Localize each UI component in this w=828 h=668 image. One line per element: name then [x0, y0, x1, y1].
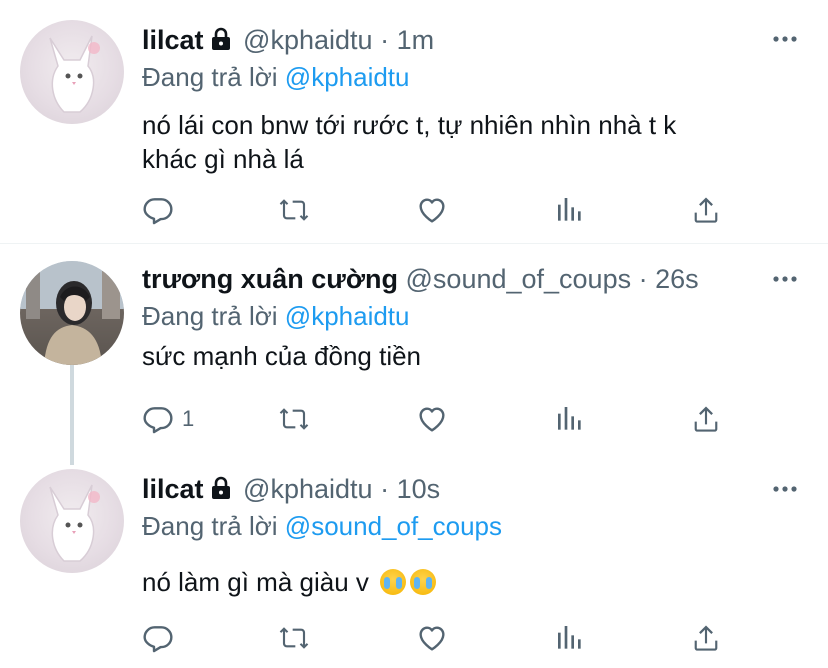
retweet-icon — [279, 627, 309, 649]
more-icon[interactable] — [772, 266, 798, 292]
replying-to: Đang trả lời @kphaidtu — [142, 60, 808, 94]
share-button[interactable] — [690, 402, 722, 436]
share-icon — [694, 197, 718, 223]
reply-button[interactable] — [142, 621, 182, 655]
timestamp[interactable]: 10s — [397, 474, 441, 504]
views-button[interactable] — [554, 193, 586, 227]
like-button[interactable] — [416, 193, 448, 227]
share-button[interactable] — [690, 621, 722, 655]
tweet-text: sức mạnh của đồng tiền — [142, 339, 808, 373]
display-name[interactable]: trương xuân cường — [142, 264, 398, 294]
timestamp[interactable]: 26s — [655, 264, 699, 294]
separator-dot: · — [380, 474, 390, 504]
reply-count: 1 — [182, 406, 195, 431]
cat-avatar-image — [49, 35, 100, 113]
tweet-text: nó làm gì mà giàu v — [142, 565, 808, 599]
lock-icon — [210, 471, 232, 511]
tweet-text-line: sức mạnh của đồng tiền — [142, 341, 422, 371]
like-button[interactable] — [416, 621, 448, 655]
tweet[interactable]: lilcat @kphaidtu · 1m Đang trả lời @kpha… — [0, 0, 828, 243]
crying-face-emoji — [410, 569, 437, 595]
views-button[interactable] — [554, 621, 586, 655]
replying-to: Đang trả lời @sound_of_coups — [142, 509, 808, 543]
share-icon — [694, 406, 718, 432]
tweet-text-line: nó lái con bnw tới rước t, tự nhiên nhìn… — [142, 110, 677, 140]
views-button[interactable] — [554, 402, 586, 436]
display-name[interactable]: lilcat — [142, 25, 204, 55]
mention-link[interactable]: @kphaidtu — [285, 301, 410, 331]
reply-button[interactable] — [142, 193, 182, 227]
display-name[interactable]: lilcat — [142, 474, 204, 504]
more-icon[interactable] — [772, 26, 798, 52]
lock-icon — [210, 22, 232, 62]
share-icon — [694, 625, 718, 651]
more-icon[interactable] — [772, 476, 798, 502]
tweet-actions: 1 — [142, 402, 828, 436]
analytics-icon — [558, 626, 581, 649]
tweet-actions — [142, 621, 828, 655]
reply-button[interactable]: 1 — [142, 402, 194, 436]
user-handle[interactable]: @kphaidtu — [243, 25, 373, 55]
like-button[interactable] — [416, 402, 448, 436]
tweet-text-line: nó làm gì mà giàu v — [142, 567, 369, 597]
reply-icon — [143, 198, 173, 225]
replying-to: Đang trả lời @kphaidtu — [142, 299, 808, 333]
user-handle[interactable]: @sound_of_coups — [406, 264, 632, 294]
heart-icon — [419, 407, 445, 432]
replying-label: Đang trả lời — [142, 301, 278, 331]
tweet-text: nó lái con bnw tới rước t, tự nhiên nhìn… — [142, 108, 808, 176]
reply-icon — [143, 626, 173, 653]
tweet[interactable]: lilcat @kphaidtu · 10s Đang trả lời @sou… — [0, 454, 828, 668]
reply-icon — [143, 407, 173, 434]
user-handle[interactable]: @kphaidtu — [243, 474, 373, 504]
avatar[interactable] — [20, 20, 124, 124]
cat-avatar-image — [49, 484, 100, 562]
replying-label: Đang trả lời — [142, 62, 278, 92]
retweet-button[interactable] — [278, 402, 310, 436]
mention-link[interactable]: @kphaidtu — [285, 62, 410, 92]
mention-link[interactable]: @sound_of_coups — [285, 511, 502, 541]
separator-dot: · — [638, 264, 648, 294]
replying-label: Đang trả lời — [142, 511, 278, 541]
tweet-header: trương xuân cường @sound_of_coups · 26s — [142, 259, 808, 299]
retweet-button[interactable] — [278, 621, 310, 655]
analytics-icon — [558, 407, 581, 430]
analytics-icon — [558, 198, 581, 221]
tweet-actions — [142, 193, 828, 227]
avatar[interactable] — [20, 261, 124, 365]
person-avatar-image — [20, 261, 124, 365]
tweet-header: lilcat @kphaidtu · 1m — [142, 20, 808, 60]
crying-face-emoji — [380, 569, 407, 595]
retweet-icon — [279, 199, 309, 221]
heart-icon — [419, 626, 445, 651]
separator-dot: · — [380, 25, 390, 55]
tweet-text-line: khác gì nhà lá — [142, 144, 304, 174]
share-button[interactable] — [690, 193, 722, 227]
retweet-icon — [279, 408, 309, 430]
tweet[interactable]: trương xuân cường @sound_of_coups · 26s … — [0, 244, 828, 454]
tweet-header: lilcat @kphaidtu · 10s — [142, 469, 808, 509]
timestamp[interactable]: 1m — [397, 25, 435, 55]
avatar[interactable] — [20, 469, 124, 573]
heart-icon — [419, 198, 445, 223]
retweet-button[interactable] — [278, 193, 310, 227]
